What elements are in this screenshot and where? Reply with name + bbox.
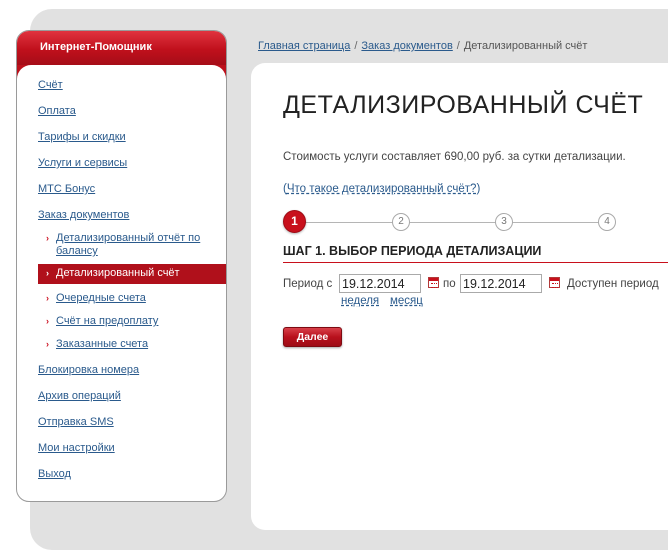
chevron-right-icon: › [46, 316, 49, 326]
breadcrumb-separator: / [456, 40, 460, 52]
sidebar-item-mts-bonus[interactable]: МТС Бонус [38, 183, 95, 195]
sidebar-item-account[interactable]: Счёт [38, 79, 63, 91]
sidebar-item-documents[interactable]: Заказ документов [38, 209, 129, 221]
breadcrumb-section-link[interactable]: Заказ документов [361, 40, 452, 52]
date-from-input[interactable] [339, 274, 421, 293]
calendar-icon[interactable] [428, 277, 439, 288]
sidebar-title: Интернет-Помощник [17, 31, 226, 65]
sidebar-header-curve [17, 65, 226, 79]
step-4-indicator: 4 [598, 213, 616, 231]
step-heading-underline [283, 262, 668, 263]
what-is-detailed-bill-link[interactable]: (Что такое детализированный счёт?) [283, 183, 480, 195]
calendar-icon[interactable] [549, 277, 560, 288]
chevron-right-icon: › [46, 293, 49, 303]
sidebar-subitem-detailed-bill[interactable]: › Детализированный счёт [38, 264, 226, 284]
sidebar-item-services[interactable]: Услуги и сервисы [38, 157, 127, 169]
sidebar-item-logout[interactable]: Выход [38, 468, 71, 480]
steps-progress-line [300, 222, 610, 223]
service-cost-text: Стоимость услуги составляет 690,00 руб. … [283, 151, 626, 163]
page-title: ДЕТАЛИЗИРОВАННЫЙ СЧЁТ [283, 91, 644, 119]
chevron-right-icon: › [46, 339, 49, 349]
sidebar-subitem-regular-bills[interactable]: › Очередные счета [38, 292, 226, 305]
sidebar-item-my-settings[interactable]: Мои настройки [38, 442, 115, 454]
sidebar-subitem-label: Детализированный счёт [56, 267, 180, 279]
sidebar-item-payment[interactable]: Оплата [38, 105, 76, 117]
step-3-indicator: 3 [495, 213, 513, 231]
sidebar-item-send-sms[interactable]: Отправка SMS [38, 416, 114, 428]
sidebar-subitem-label: Детализированный отчёт по балансу [56, 232, 201, 257]
breadcrumb: Главная страница / Заказ документов / Детали… [258, 40, 587, 52]
quick-select-week-link[interactable]: неделя [341, 295, 379, 307]
chevron-right-icon: › [46, 268, 49, 278]
paren-close: ) [476, 183, 481, 195]
date-to-input[interactable] [460, 274, 542, 293]
main-content-panel [251, 63, 668, 530]
chevron-right-icon: › [46, 233, 49, 243]
step-heading: ШАГ 1. ВЫБОР ПЕРИОДА ДЕТАЛИЗАЦИИ [283, 244, 542, 258]
sidebar-subitem-balance-report[interactable]: › Детализированный отчёт по балансу [38, 232, 226, 258]
breadcrumb-current: Детализированный счёт [463, 40, 588, 52]
breadcrumb-home-link[interactable]: Главная страница [258, 40, 350, 52]
quick-select-month-link[interactable]: месяц [390, 295, 423, 307]
period-to-label: по [443, 278, 456, 290]
what-is-link-text[interactable]: Что такое детализированный счёт? [287, 183, 477, 195]
sidebar-item-block-number[interactable]: Блокировка номера [38, 364, 139, 376]
step-2-indicator: 2 [392, 213, 410, 231]
period-from-label: Период с [283, 278, 333, 290]
sidebar-subitem-label: Заказанные счета [56, 338, 149, 350]
step-1-indicator: 1 [283, 210, 306, 233]
sidebar-subitem-label: Счёт на предоплату [56, 315, 159, 327]
sidebar-item-tariffs[interactable]: Тарифы и скидки [38, 131, 126, 143]
sidebar-subitem-prepayment[interactable]: › Счёт на предоплату [38, 315, 226, 328]
sidebar-subitem-ordered-bills[interactable]: › Заказанные счета [38, 338, 226, 351]
next-button[interactable]: Далее [283, 327, 342, 347]
breadcrumb-separator: / [354, 40, 358, 52]
sidebar-subitem-label: Очередные счета [56, 292, 146, 304]
sidebar-item-operations-archive[interactable]: Архив операций [38, 390, 121, 402]
available-period-label: Доступен период [567, 278, 659, 290]
